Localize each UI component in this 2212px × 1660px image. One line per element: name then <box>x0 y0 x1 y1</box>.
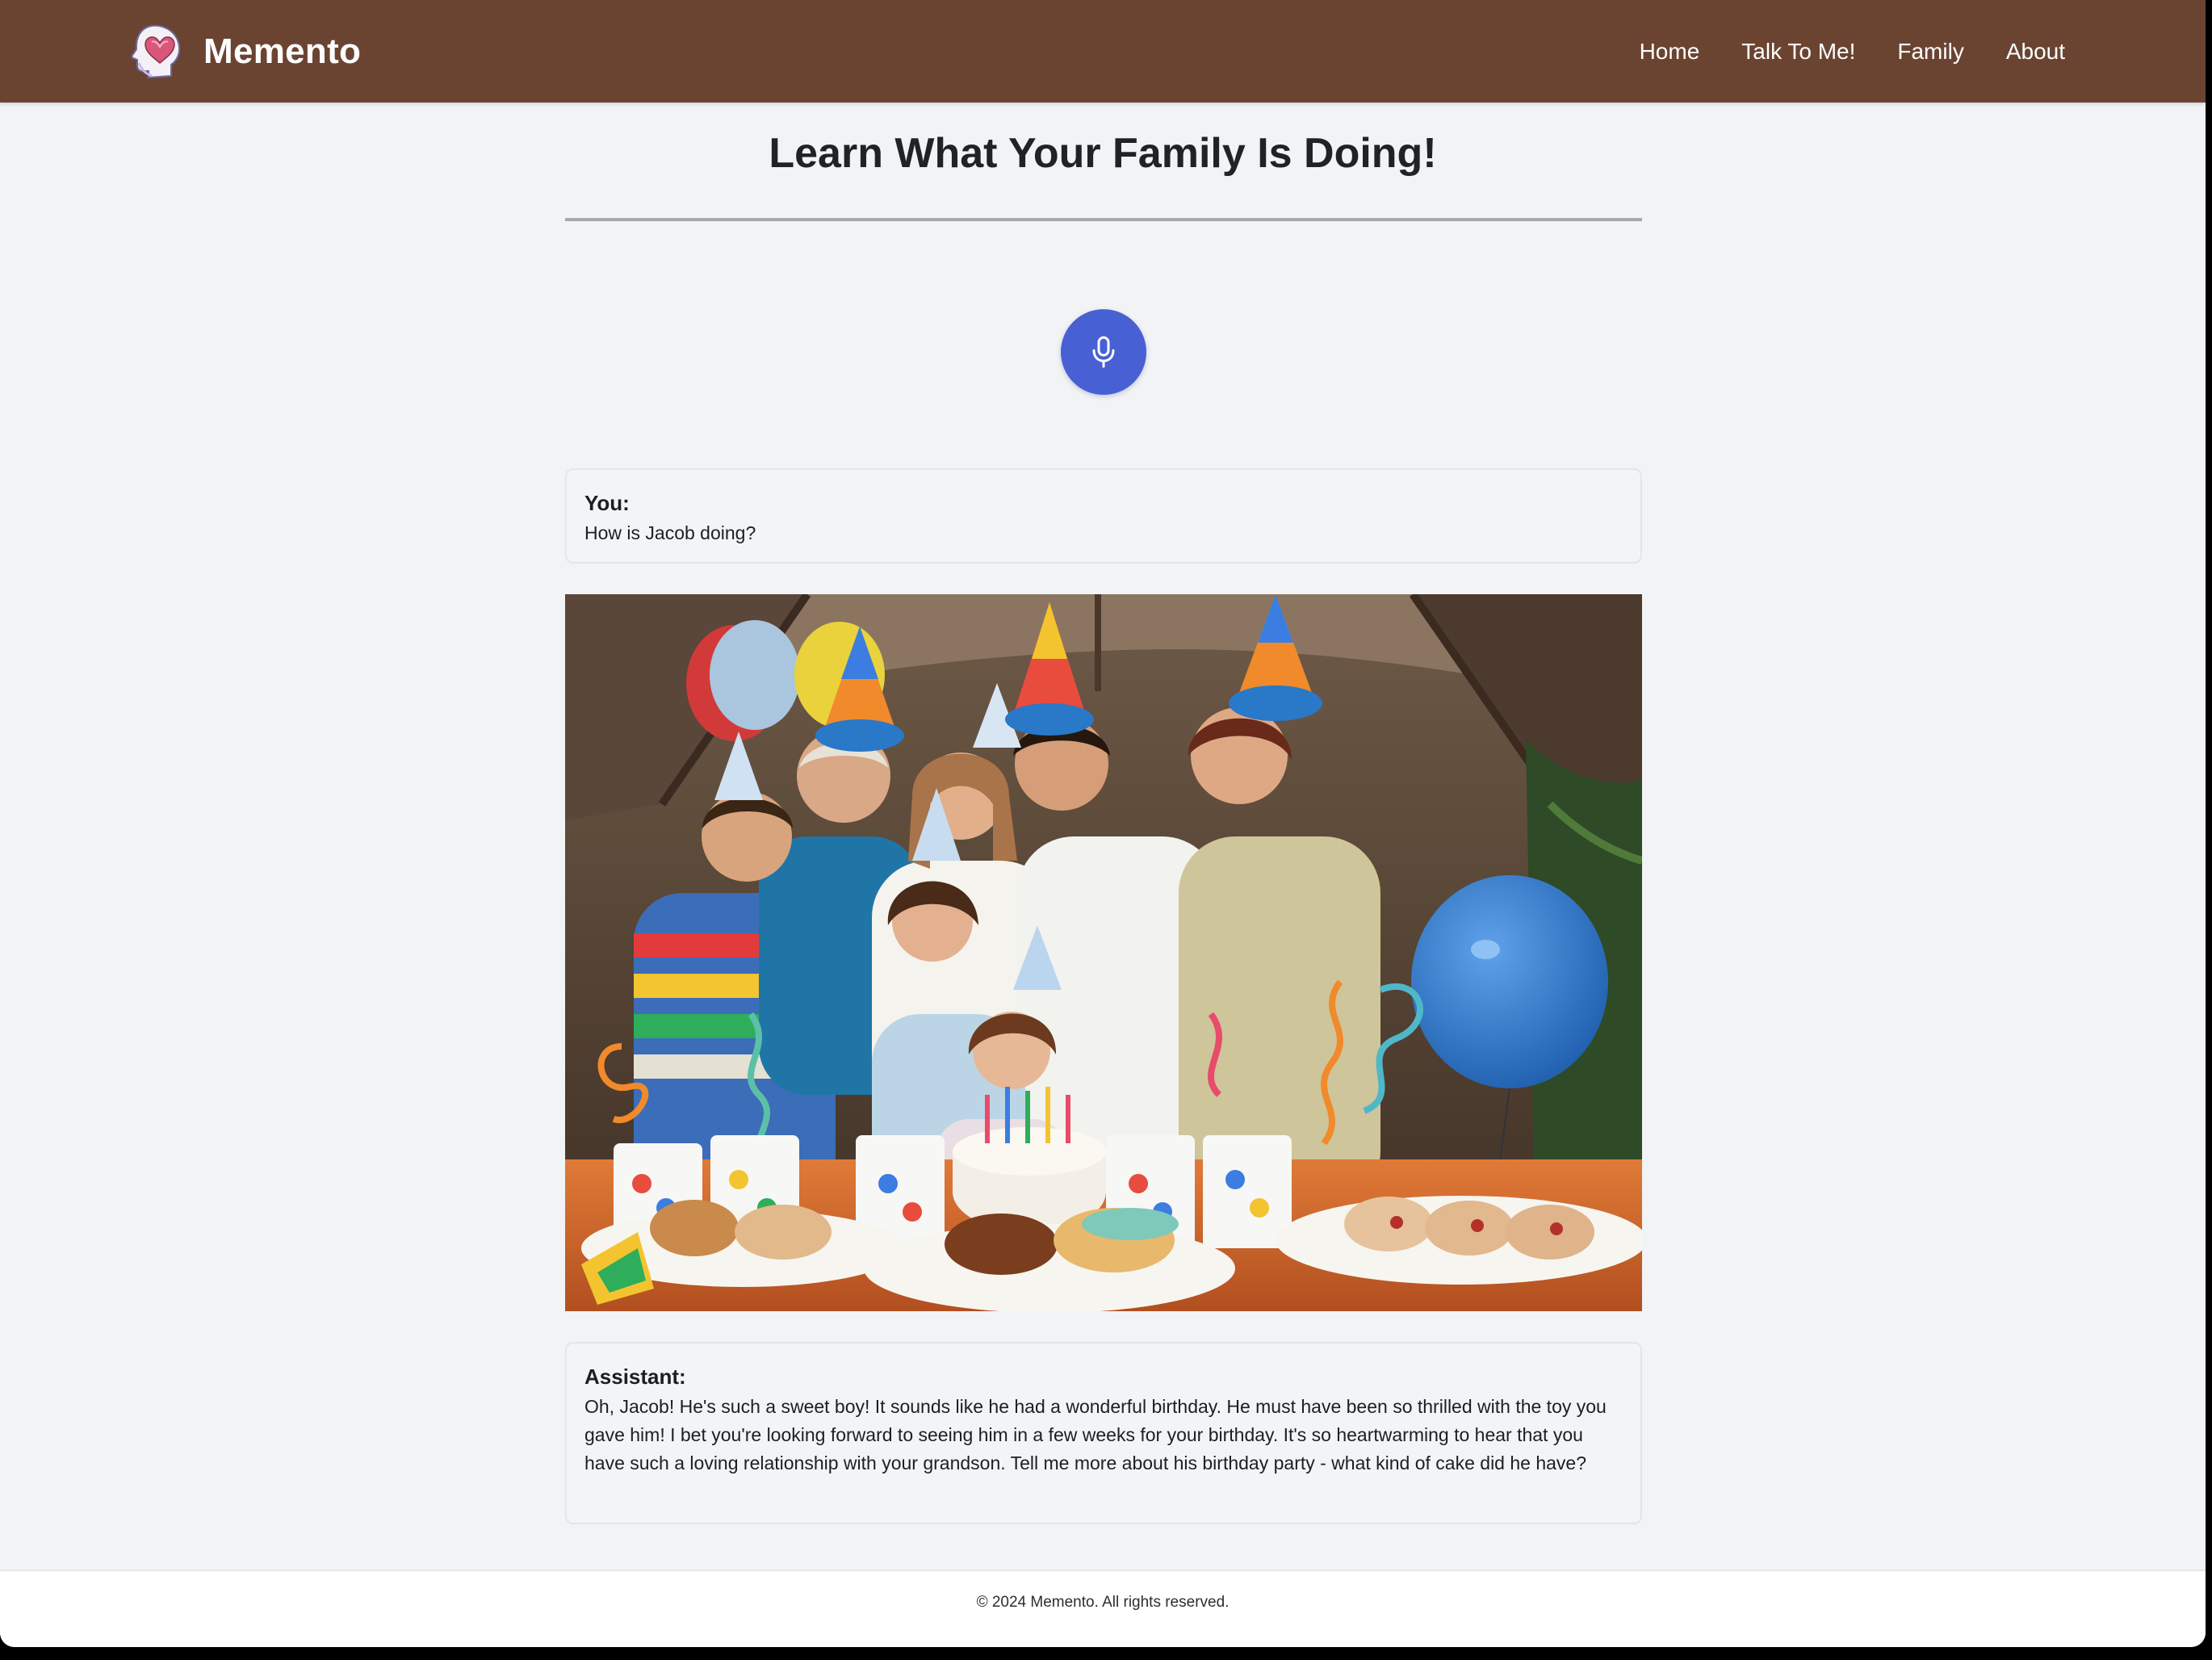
footer: © 2024 Memento. All rights reserved. <box>0 1570 2206 1647</box>
copyright-text: © 2024 Memento. All rights reserved. <box>976 1594 1230 1611</box>
nav-about-link[interactable]: About <box>2006 39 2065 65</box>
main-nav: Home Talk To Me! Family About <box>1640 0 2065 103</box>
title-divider <box>565 218 1642 221</box>
nav-talk-to-me-link[interactable]: Talk To Me! <box>1741 39 1855 65</box>
record-voice-button[interactable] <box>1061 309 1146 395</box>
nav-home-link[interactable]: Home <box>1640 39 1700 65</box>
message-role-label: Assistant: <box>584 1364 686 1389</box>
message-text: How is Jacob doing? <box>584 522 756 543</box>
message-text: Oh, Jacob! He's such a sweet boy! It sou… <box>584 1396 1607 1473</box>
navbar: Memento Home Talk To Me! Family About <box>0 0 2206 103</box>
microphone-icon <box>1092 336 1115 368</box>
memento-logo-icon <box>131 24 181 79</box>
user-message-card: You: How is Jacob doing? <box>565 468 1642 564</box>
assistant-message-card: Assistant: Oh, Jacob! He's such a sweet … <box>565 1342 1642 1524</box>
page-title: Learn What Your Family Is Doing! <box>769 130 1437 177</box>
app-window: Memento Home Talk To Me! Family About Le… <box>0 0 2206 1647</box>
family-photo-image <box>565 594 1642 1311</box>
brand[interactable]: Memento <box>128 23 361 81</box>
message-role-label: You: <box>584 491 630 515</box>
brand-name: Memento <box>203 31 362 71</box>
nav-family-link[interactable]: Family <box>1897 39 1963 65</box>
family-birthday-photo <box>565 594 1642 1311</box>
